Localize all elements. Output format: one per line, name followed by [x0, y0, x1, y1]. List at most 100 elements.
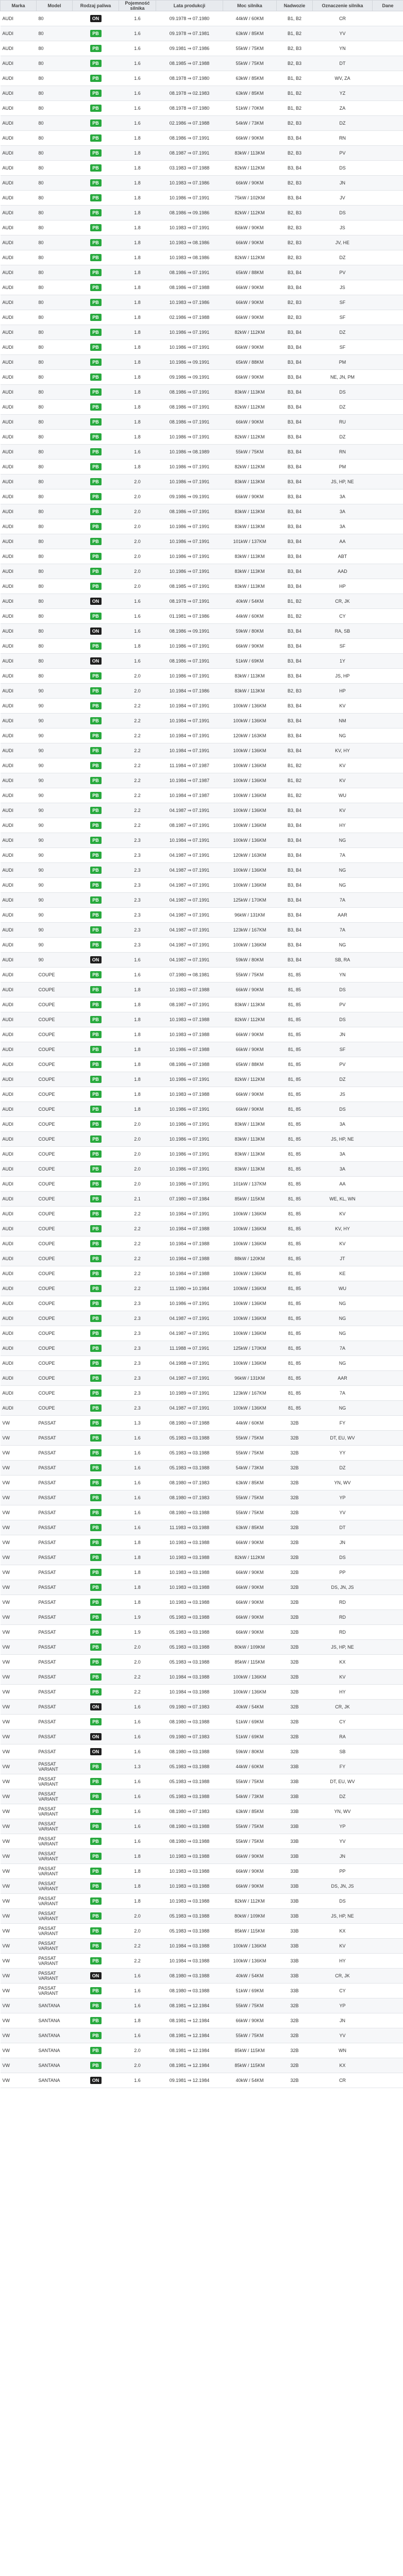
table-row[interactable]: VW PASSAT PB 1.3 08.1980 ⇒ 07.1988 44kW / 60K… — [0, 1415, 403, 1431]
table-row[interactable]: AUDI 80 ON 1.6 08.1978 ⇒ 07.1991 40kW / 54KM B… — [0, 594, 403, 609]
table-row[interactable]: VW PASSAT VARIANT PB 1.8 10.1983 ⇒ 03.1988 66… — [0, 1878, 403, 1894]
table-row[interactable]: AUDI COUPE PB 2.2 10.1984 ⇒ 07.1988 100kW / 1… — [0, 1221, 403, 1236]
table-row[interactable]: AUDI 80 PB 1.8 10.1986 ⇒ 09.1991 65kW / 88KM B… — [0, 354, 403, 370]
table-row[interactable]: AUDI COUPE PB 2.3 04.1987 ⇒ 07.1991 100kW / 1… — [0, 1326, 403, 1341]
table-row[interactable]: AUDI 90 PB 2.2 10.1984 ⇒ 07.1987 100kW / 136K… — [0, 773, 403, 788]
table-row[interactable]: AUDI 80 PB 1.8 10.1983 ⇒ 08.1986 66kW / 90KM B… — [0, 235, 403, 250]
table-row[interactable]: VW PASSAT VARIANT PB 1.6 08.1980 ⇒ 03.1988 51… — [0, 1983, 403, 1998]
table-row[interactable]: AUDI COUPE PB 1.8 10.1983 ⇒ 07.1988 82kW / 11… — [0, 1012, 403, 1027]
table-row[interactable]: AUDI 80 PB 1.8 03.1983 ⇒ 07.1988 82kW / 112KM… — [0, 160, 403, 176]
table-row[interactable]: AUDI COUPE PB 2.0 10.1986 ⇒ 07.1991 83kW / 11… — [0, 1146, 403, 1162]
table-row[interactable]: AUDI 90 PB 2.3 04.1987 ⇒ 07.1991 125kW / 170K… — [0, 892, 403, 908]
table-row[interactable]: AUDI 80 PB 1.8 10.1983 ⇒ 07.1991 66kW / 90KM B… — [0, 220, 403, 235]
table-row[interactable]: VW PASSAT PB 2.2 10.1984 ⇒ 03.1988 100kW / 13… — [0, 1684, 403, 1700]
table-row[interactable]: AUDI COUPE PB 2.3 10.1989 ⇒ 07.1991 123kW / 1… — [0, 1385, 403, 1401]
col-header-engine-code[interactable]: Oznaczenie silnika — [312, 0, 373, 11]
table-row[interactable]: AUDI 80 PB 1.6 02.1986 ⇒ 07.1988 54kW / 73KM B… — [0, 115, 403, 131]
table-row[interactable]: AUDI 80 PB 1.8 10.1986 ⇒ 07.1991 75kW / 102KM… — [0, 190, 403, 206]
table-row[interactable]: AUDI COUPE PB 2.0 10.1986 ⇒ 07.1991 83kW / 11… — [0, 1116, 403, 1132]
col-header-capacity[interactable]: Pojemność silnika — [119, 0, 156, 11]
table-row[interactable]: VW SANTANA PB 2.0 08.1981 ⇒ 12.1984 85kW / 11… — [0, 2058, 403, 2073]
table-row[interactable]: VW SANTANA PB 1.6 08.1981 ⇒ 12.1984 55kW / 75… — [0, 1998, 403, 2013]
table-row[interactable]: VW PASSAT VARIANT PB 1.6 05.1983 ⇒ 03.1988 54… — [0, 1789, 403, 1804]
table-row[interactable]: AUDI COUPE PB 2.0 10.1986 ⇒ 07.1991 101kW / 1… — [0, 1176, 403, 1192]
table-row[interactable]: AUDI 90 PB 2.3 04.1987 ⇒ 07.1991 100kW / 136K… — [0, 877, 403, 893]
table-row[interactable]: VW PASSAT PB 1.9 05.1983 ⇒ 03.1988 66kW / 90K… — [0, 1609, 403, 1625]
table-row[interactable]: AUDI 80 PB 2.0 08.1986 ⇒ 07.1991 83kW / 113KM… — [0, 504, 403, 519]
table-row[interactable]: AUDI 90 PB 2.0 10.1984 ⇒ 07.1986 83kW / 113KM… — [0, 683, 403, 699]
table-row[interactable]: VW PASSAT VARIANT PB 2.0 05.1983 ⇒ 03.1988 80… — [0, 1908, 403, 1924]
table-row[interactable]: VW PASSAT ON 1.6 09.1980 ⇒ 07.1983 51kW / 69K… — [0, 1729, 403, 1744]
table-row[interactable]: AUDI COUPE PB 1.8 10.1986 ⇒ 07.1991 66kW / 90… — [0, 1101, 403, 1117]
table-row[interactable]: AUDI 80 PB 2.0 10.1986 ⇒ 07.1991 83kW / 113KM… — [0, 474, 403, 489]
table-row[interactable]: VW SANTANA PB 2.0 08.1981 ⇒ 12.1984 85kW / 11… — [0, 2043, 403, 2058]
table-row[interactable]: AUDI COUPE PB 2.3 04.1987 ⇒ 07.1991 100kW / 1… — [0, 1400, 403, 1416]
table-row[interactable]: VW PASSAT PB 1.6 05.1983 ⇒ 03.1988 55kW / 75K… — [0, 1445, 403, 1461]
table-row[interactable]: VW PASSAT PB 1.8 10.1983 ⇒ 03.1988 66kW / 90K… — [0, 1565, 403, 1580]
table-row[interactable]: AUDI 80 ON 1.6 08.1986 ⇒ 07.1991 51kW / 69KM B… — [0, 653, 403, 669]
table-row[interactable]: AUDI 90 PB 2.3 04.1987 ⇒ 07.1991 120kW / 163K… — [0, 848, 403, 863]
table-row[interactable]: AUDI COUPE PB 2.2 10.1984 ⇒ 07.1991 100kW / 1… — [0, 1206, 403, 1222]
col-header-fuel[interactable]: Rodzaj paliwa — [72, 0, 119, 11]
table-row[interactable]: AUDI COUPE PB 1.8 08.1987 ⇒ 07.1991 83kW / 11… — [0, 997, 403, 1012]
table-row[interactable]: AUDI 90 PB 2.3 04.1987 ⇒ 07.1991 96kW / 131KM… — [0, 907, 403, 923]
table-row[interactable]: AUDI 80 PB 1.8 08.1986 ⇒ 09.1986 82kW / 112KM… — [0, 205, 403, 221]
table-row[interactable]: AUDI COUPE PB 1.8 08.1986 ⇒ 07.1988 65kW / 88… — [0, 1057, 403, 1072]
table-row[interactable]: AUDI 80 PB 1.8 08.1986 ⇒ 07.1991 65kW / 88KM B… — [0, 265, 403, 280]
table-row[interactable]: VW PASSAT PB 2.0 05.1983 ⇒ 03.1988 80kW / 109… — [0, 1639, 403, 1655]
table-row[interactable]: AUDI COUPE PB 2.2 10.1984 ⇒ 07.1988 100kW / 1… — [0, 1266, 403, 1281]
col-header-data[interactable]: Dane — [372, 0, 403, 11]
table-row[interactable]: VW PASSAT VARIANT PB 1.3 05.1983 ⇒ 03.1988 44… — [0, 1759, 403, 1774]
table-row[interactable]: AUDI 90 PB 2.2 10.1984 ⇒ 07.1991 100kW / 136K… — [0, 698, 403, 714]
table-row[interactable]: AUDI COUPE PB 2.3 04.1988 ⇒ 07.1991 100kW / 1… — [0, 1355, 403, 1371]
table-row[interactable]: AUDI 80 PB 1.6 08.1985 ⇒ 07.1988 55kW / 75KM B… — [0, 56, 403, 71]
table-row[interactable]: AUDI 80 PB 1.6 01.1981 ⇒ 07.1986 44kW / 60KM B… — [0, 608, 403, 624]
col-header-years[interactable]: Lata produkcji — [156, 0, 223, 11]
table-row[interactable]: AUDI 80 PB 2.0 10.1986 ⇒ 07.1991 83kW / 113KM… — [0, 668, 403, 684]
table-row[interactable]: VW SANTANA ON 1.6 09.1981 ⇒ 12.1984 40kW / 54… — [0, 2073, 403, 2088]
table-row[interactable]: VW PASSAT VARIANT PB 1.8 10.1983 ⇒ 03.1988 66… — [0, 1863, 403, 1879]
table-row[interactable]: AUDI 80 PB 2.0 10.1986 ⇒ 07.1991 101kW / 137K… — [0, 534, 403, 549]
table-row[interactable]: VW PASSAT PB 1.8 10.1983 ⇒ 03.1988 82kW / 112… — [0, 1550, 403, 1565]
table-row[interactable]: AUDI COUPE PB 2.3 04.1987 ⇒ 07.1991 100kW / 1… — [0, 1311, 403, 1326]
table-row[interactable]: AUDI 80 PB 1.8 09.1986 ⇒ 09.1991 66kW / 90KM B… — [0, 369, 403, 385]
table-row[interactable]: AUDI COUPE PB 2.0 10.1986 ⇒ 07.1991 83kW / 11… — [0, 1131, 403, 1147]
table-row[interactable]: AUDI COUPE PB 2.3 10.1986 ⇒ 07.1991 100kW / 1… — [0, 1296, 403, 1311]
table-row[interactable]: VW PASSAT PB 1.6 11.1983 ⇒ 03.1988 63kW / 85K… — [0, 1520, 403, 1535]
table-row[interactable]: AUDI 90 PB 2.2 10.1984 ⇒ 07.1991 120kW / 163K… — [0, 728, 403, 743]
table-row[interactable]: VW SANTANA PB 1.6 08.1981 ⇒ 12.1984 55kW / 75… — [0, 2028, 403, 2043]
table-row[interactable]: AUDI 80 PB 1.8 10.1986 ⇒ 07.1991 82kW / 112KM… — [0, 459, 403, 474]
table-row[interactable]: AUDI 80 PB 1.6 10.1986 ⇒ 08.1989 55kW / 75KM B… — [0, 444, 403, 460]
table-row[interactable]: AUDI COUPE PB 1.8 10.1983 ⇒ 07.1988 66kW / 90… — [0, 982, 403, 997]
table-row[interactable]: AUDI 80 PB 1.8 08.1986 ⇒ 07.1991 82kW / 112KM… — [0, 399, 403, 415]
table-row[interactable]: VW PASSAT PB 1.9 05.1983 ⇒ 03.1988 66kW / 90K… — [0, 1624, 403, 1640]
table-row[interactable]: AUDI 80 PB 1.6 08.1978 ⇒ 02.1983 63kW / 85KM B… — [0, 86, 403, 101]
table-row[interactable]: AUDI 80 PB 2.0 08.1985 ⇒ 07.1991 83kW / 113KM… — [0, 579, 403, 594]
table-row[interactable]: AUDI 90 PB 2.2 04.1987 ⇒ 07.1991 100kW / 136K… — [0, 803, 403, 818]
col-header-model[interactable]: Model — [36, 0, 73, 11]
table-row[interactable]: VW PASSAT VARIANT PB 1.6 05.1983 ⇒ 03.1988 55… — [0, 1774, 403, 1789]
table-row[interactable]: AUDI 90 PB 2.2 11.1984 ⇒ 07.1987 100kW / 136K… — [0, 758, 403, 773]
table-row[interactable]: AUDI COUPE PB 2.2 10.1984 ⇒ 07.1988 100kW / 1… — [0, 1236, 403, 1251]
table-row[interactable]: AUDI COUPE PB 1.8 10.1986 ⇒ 07.1991 82kW / 11… — [0, 1072, 403, 1087]
table-row[interactable]: AUDI 90 PB 2.3 04.1987 ⇒ 07.1991 100kW / 136K… — [0, 862, 403, 878]
table-row[interactable]: VW PASSAT PB 1.6 05.1983 ⇒ 03.1988 55kW / 75K… — [0, 1430, 403, 1446]
table-row[interactable]: AUDI 80 PB 2.0 10.1986 ⇒ 07.1991 83kW / 113KM… — [0, 519, 403, 534]
table-row[interactable]: VW PASSAT VARIANT PB 1.6 08.1980 ⇒ 03.1988 55… — [0, 1834, 403, 1849]
table-row[interactable]: AUDI COUPE PB 1.6 07.1980 ⇒ 08.1981 55kW / 75… — [0, 967, 403, 982]
table-row[interactable]: AUDI 80 PB 1.8 10.1983 ⇒ 07.1986 66kW / 90KM B… — [0, 295, 403, 310]
table-row[interactable]: AUDI 80 PB 1.8 08.1986 ⇒ 07.1988 66kW / 90KM B… — [0, 280, 403, 295]
table-row[interactable]: VW PASSAT PB 1.8 10.1983 ⇒ 03.1988 66kW / 90K… — [0, 1595, 403, 1610]
table-row[interactable]: VW PASSAT PB 1.6 08.1980 ⇒ 03.1988 55kW / 75K… — [0, 1505, 403, 1520]
table-row[interactable]: AUDI 80 PB 1.8 10.1986 ⇒ 07.1991 82kW / 112KM… — [0, 325, 403, 340]
table-row[interactable]: AUDI 80 PB 1.6 08.1978 ⇒ 07.1980 63kW / 85KM B… — [0, 71, 403, 86]
table-row[interactable]: VW PASSAT VARIANT PB 2.0 05.1983 ⇒ 03.1988 85… — [0, 1923, 403, 1939]
table-row[interactable]: AUDI 80 PB 1.8 08.1986 ⇒ 07.1991 83kW / 113KM… — [0, 384, 403, 400]
table-row[interactable]: VW PASSAT ON 1.6 09.1980 ⇒ 07.1983 40kW / 54K… — [0, 1699, 403, 1715]
table-row[interactable]: AUDI COUPE PB 1.8 10.1986 ⇒ 07.1988 66kW / 90… — [0, 1042, 403, 1057]
table-row[interactable]: VW PASSAT ON 1.6 08.1980 ⇒ 03.1988 59kW / 80K… — [0, 1744, 403, 1759]
table-row[interactable]: AUDI COUPE PB 2.3 11.1988 ⇒ 07.1991 125kW / 1… — [0, 1341, 403, 1356]
table-row[interactable]: AUDI 80 ON 1.6 09.1978 ⇒ 07.1980 44kW / 60KM B… — [0, 11, 403, 26]
table-row[interactable]: VW PASSAT VARIANT PB 1.6 08.1980 ⇒ 03.1988 55… — [0, 1819, 403, 1834]
table-row[interactable]: AUDI 90 ON 1.6 04.1987 ⇒ 07.1991 59kW / 80KM B… — [0, 952, 403, 968]
